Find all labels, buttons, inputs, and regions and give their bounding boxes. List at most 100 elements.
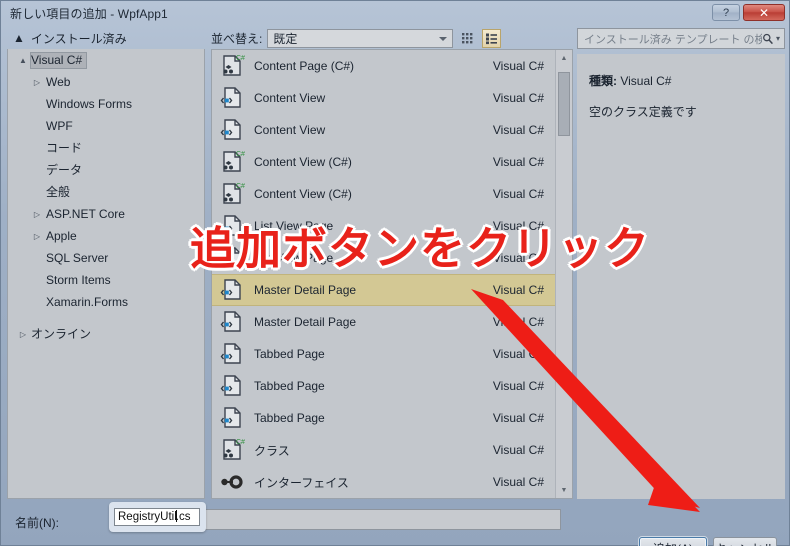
template-language: Visual C# <box>492 187 544 201</box>
scrollbar-thumb[interactable] <box>558 72 570 136</box>
scroll-up-arrow-icon[interactable]: ▲ <box>556 50 572 66</box>
name-input-editable[interactable]: RegistryUtil.cs <box>114 508 200 526</box>
template-name: Content View <box>254 123 326 137</box>
sidebar-item-asp-net-core[interactable]: ▷ ASP.NET Core <box>8 203 204 225</box>
template-list-item[interactable]: インターフェイス Visual C# <box>212 466 556 498</box>
close-button[interactable]: ✕ <box>743 4 785 21</box>
sidebar-item-label: コード <box>46 141 83 155</box>
sidebar-item-online[interactable]: ▷ オンライン <box>8 323 204 345</box>
chevron-right-icon[interactable]: ▷ <box>30 210 44 219</box>
sidebar-item-wpf[interactable]: WPF <box>8 115 204 137</box>
sidebar-item-[interactable]: コード <box>8 137 204 159</box>
template-list-item[interactable]: List View Page Visual C# <box>212 210 556 242</box>
detail-description: 空のクラス定義です <box>589 105 697 119</box>
template-list-item[interactable]: Content View Visual C# <box>212 82 556 114</box>
sidebar-item-label: Storm Items <box>46 272 111 287</box>
sidebar-item-label: データ <box>46 163 83 177</box>
template-list-item[interactable]: Master Detail Page Visual C# <box>212 274 556 306</box>
template-language: Visual C# <box>492 91 544 105</box>
sidebar-item-label: Windows Forms <box>46 96 133 111</box>
sidebar-item-visual-c[interactable]: ▲ Visual C# <box>8 49 204 71</box>
sidebar-item-sql-server[interactable]: SQL Server <box>8 247 204 269</box>
xaml-file-icon <box>220 407 241 428</box>
template-language: Visual C# <box>492 315 544 329</box>
template-list-item[interactable]: Tabbed Page Visual C# <box>212 370 556 402</box>
xaml-file-icon <box>219 405 245 431</box>
template-name: インターフェイス <box>254 475 349 490</box>
chevron-right-icon[interactable]: ▷ <box>30 78 44 87</box>
xaml-file-icon <box>219 213 245 239</box>
template-details-panel: 種類: Visual C# 空のクラス定義です <box>577 54 785 499</box>
csharp-file-icon: C# <box>219 53 245 79</box>
template-language: Visual C# <box>492 475 544 489</box>
sidebar-item-label: Web <box>46 74 71 89</box>
template-list-item[interactable]: Content View Visual C# <box>212 114 556 146</box>
sidebar-item-storm-items[interactable]: Storm Items <box>8 269 204 291</box>
template-name: Tabbed Page <box>254 411 325 425</box>
xaml-file-icon <box>220 343 241 364</box>
svg-text:C#: C# <box>236 151 245 158</box>
template-list-panel[interactable]: C# Content Page (C#) Visual C# Content View… <box>211 49 573 499</box>
sidebar-item-[interactable]: 全般 <box>8 181 204 203</box>
window-title: 新しい項目の追加 - WpfApp1 <box>10 7 168 21</box>
search-input[interactable]: インストール済み テンプレート の検索 ▾ <box>577 28 785 49</box>
svg-text:C#: C# <box>236 183 245 190</box>
template-list-item[interactable]: C# Content Page (C#) Visual C# <box>212 50 556 82</box>
template-language: Visual C# <box>492 123 544 137</box>
chevron-down-icon[interactable]: ▲ <box>16 56 30 65</box>
sort-label: 並べ替え: <box>211 32 263 46</box>
search-icon <box>763 33 773 44</box>
sidebar-item-label: ASP.NET Core <box>46 206 125 221</box>
name-value-before-caret: RegistryUtil <box>118 511 177 523</box>
xaml-file-icon <box>220 119 241 140</box>
scroll-down-arrow-icon[interactable]: ▼ <box>556 482 572 498</box>
list-view-button[interactable] <box>482 29 502 48</box>
template-name: Content View <box>254 91 326 105</box>
installed-header[interactable]: ▲ インストール済み <box>7 28 205 48</box>
cancel-button[interactable]: キャンセル <box>713 537 777 546</box>
xaml-file-icon <box>220 87 241 108</box>
template-list-item[interactable]: List View Page Visual C# <box>212 242 556 274</box>
chevron-down-icon: ▲ <box>13 31 25 45</box>
sort-dropdown[interactable]: 既定 <box>267 29 454 48</box>
titlebar: 新しい項目の追加 - WpfApp1 ? ✕ <box>1 1 790 25</box>
sidebar-item-windows-forms[interactable]: Windows Forms <box>8 93 204 115</box>
list-vertical-scrollbar[interactable]: ▲ ▼ <box>555 50 572 498</box>
template-list-item[interactable]: C# Content View (C#) Visual C# <box>212 178 556 210</box>
dialog-body: ▲ インストール済み ▲ Visual C# ▷ Web Windows Forms WP… <box>1 25 790 546</box>
xaml-file-icon <box>219 85 245 111</box>
template-category-tree[interactable]: ▲ Visual C# ▷ Web Windows Forms WPF コード データ 全般 ▷ A… <box>7 49 205 499</box>
add-button[interactable]: 追加(A) <box>639 537 707 546</box>
sidebar-item-label: Visual C# <box>30 51 88 69</box>
template-language: Visual C# <box>492 251 544 265</box>
sidebar-item-label: Xamarin.Forms <box>46 294 129 309</box>
template-list-item[interactable]: Master Detail Page Visual C# <box>212 306 556 338</box>
sidebar-item-xamarin-forms[interactable]: Xamarin.Forms <box>8 291 204 313</box>
template-language: Visual C# <box>492 59 544 73</box>
xaml-file-icon <box>219 245 245 271</box>
xaml-file-icon <box>220 215 241 236</box>
help-button[interactable]: ? <box>712 4 740 21</box>
template-list-item[interactable]: C# Content View (C#) Visual C# <box>212 146 556 178</box>
tiles-view-button[interactable] <box>458 29 477 48</box>
template-list-item[interactable]: Tabbed Page Visual C# <box>212 402 556 434</box>
template-name: List View Page <box>254 251 334 265</box>
name-field-label: 名前(N): <box>15 516 59 530</box>
list-icon <box>486 33 498 45</box>
sidebar-item-[interactable]: データ <box>8 159 204 181</box>
search-icon-group[interactable]: ▾ <box>762 33 780 45</box>
csharp-file-icon: C# <box>219 437 245 463</box>
detail-kind-label: 種類: <box>589 74 617 88</box>
template-name: クラス <box>254 443 290 458</box>
search-placeholder: インストール済み テンプレート の検索 <box>584 33 762 46</box>
template-language: Visual C# <box>492 443 544 457</box>
template-list-item[interactable]: Tabbed Page Visual C# <box>212 338 556 370</box>
grid-icon <box>462 33 473 44</box>
chevron-right-icon[interactable]: ▷ <box>30 232 44 241</box>
interface-icon <box>221 475 243 489</box>
sidebar-item-apple[interactable]: ▷ Apple <box>8 225 204 247</box>
sidebar-item-web[interactable]: ▷ Web <box>8 71 204 93</box>
template-list-item[interactable]: C# クラス Visual C# <box>212 434 556 466</box>
csharp-file-icon: C# <box>219 181 245 207</box>
template-name: Master Detail Page <box>254 315 357 329</box>
